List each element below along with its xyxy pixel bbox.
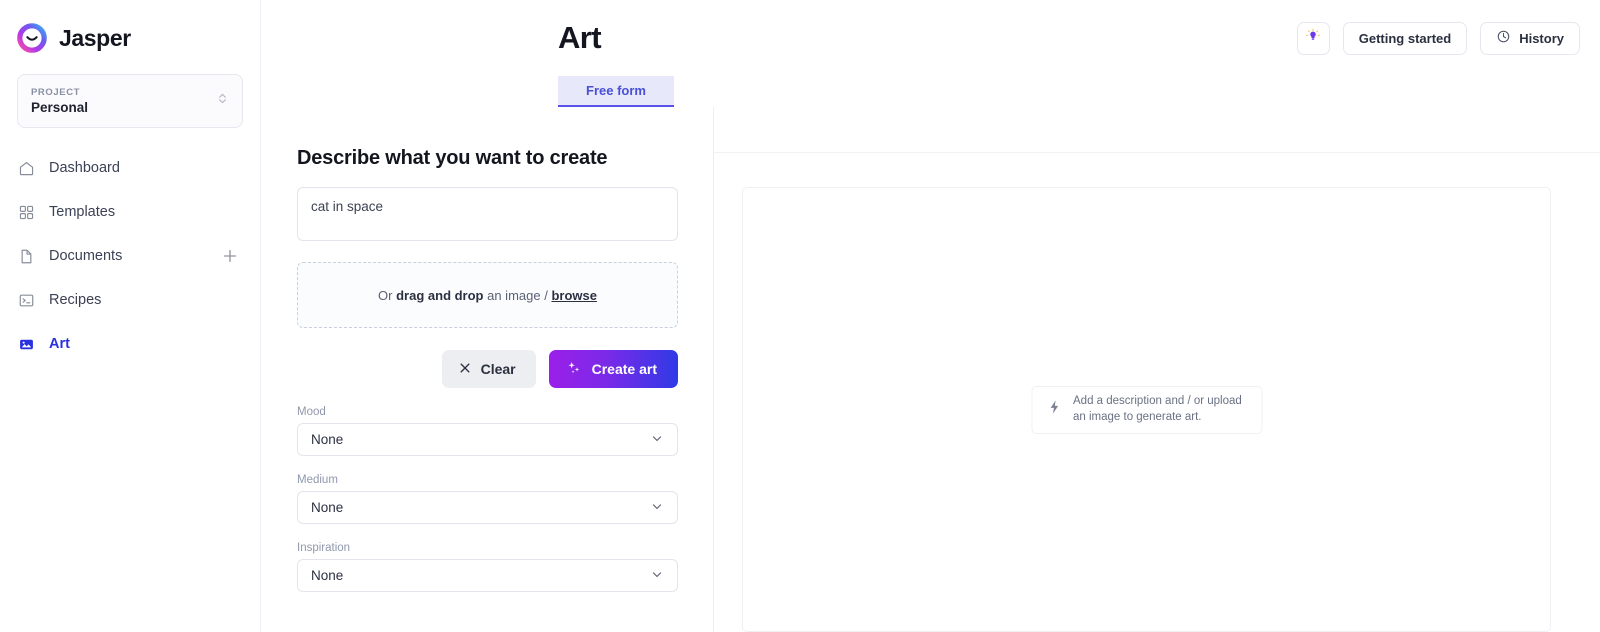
medium-field: Medium None: [297, 474, 678, 524]
create-art-label: Create art: [591, 361, 657, 377]
canvas-area: Add a description and / or upload an ima…: [714, 153, 1600, 632]
inspiration-select[interactable]: None: [297, 559, 678, 592]
dropzone-text: Or drag and drop an image / browse: [378, 288, 597, 303]
medium-select[interactable]: None: [297, 491, 678, 524]
project-selector[interactable]: PROJECT Personal: [17, 74, 243, 128]
sidebar-item-recipes[interactable]: Recipes: [0, 278, 260, 322]
dropzone-prefix: Or: [378, 287, 397, 303]
plus-icon[interactable]: [222, 248, 238, 264]
history-button[interactable]: History: [1480, 21, 1580, 55]
sidebar-item-documents[interactable]: Documents: [0, 234, 260, 278]
page-title: Art: [558, 20, 602, 55]
main-area: Art Getting started History Free form De…: [261, 0, 1600, 632]
topbar: Art Getting started History: [261, 0, 1600, 76]
chevron-down-icon: [650, 499, 664, 516]
medium-label: Medium: [297, 474, 338, 486]
inspiration-label: Inspiration: [297, 542, 351, 554]
terminal-icon: [17, 291, 35, 309]
tab-label: Free form: [586, 83, 646, 98]
clear-button[interactable]: Clear: [441, 350, 536, 388]
sidebar-item-label: Documents: [49, 248, 123, 264]
history-label: History: [1519, 30, 1564, 46]
chevron-down-icon: [650, 567, 664, 584]
dropzone-middle: an image /: [483, 287, 552, 303]
browse-link[interactable]: browse: [551, 288, 597, 303]
mood-select[interactable]: None: [297, 423, 678, 456]
sparkles-icon: [566, 360, 582, 379]
sidebar-item-label: Recipes: [49, 292, 102, 308]
mood-label: Mood: [297, 406, 326, 418]
inspiration-button[interactable]: [1296, 21, 1330, 55]
tab-bar: Free form: [261, 76, 1600, 107]
sidebar: Jasper PROJECT Personal Dashboard Templa…: [0, 0, 261, 632]
lightning-bolt-icon: [1046, 399, 1062, 420]
tab-free-form[interactable]: Free form: [558, 76, 674, 107]
empty-state-text: Add a description and / or upload an ima…: [1073, 394, 1242, 425]
mood-value: None: [311, 432, 344, 447]
form-heading: Describe what you want to create: [297, 147, 608, 169]
project-value: Personal: [31, 100, 89, 115]
sidebar-item-dashboard[interactable]: Dashboard: [0, 146, 260, 190]
image-icon: [17, 335, 35, 353]
hint-line-1: Add a description and / or upload: [1073, 394, 1242, 407]
canvas-card: Add a description and / or upload an ima…: [742, 187, 1551, 632]
art-canvas-panel: Add a description and / or upload an ima…: [714, 107, 1600, 632]
topbar-actions: Getting started History: [1296, 21, 1580, 55]
lightbulb-sparkle-icon: [1305, 28, 1321, 49]
brand[interactable]: Jasper: [0, 0, 260, 54]
sidebar-item-label: Dashboard: [49, 160, 120, 176]
form-actions: Clear Create art: [297, 350, 678, 388]
empty-state-hint: Add a description and / or upload an ima…: [1031, 385, 1262, 434]
getting-started-button[interactable]: Getting started: [1342, 21, 1468, 55]
project-label: PROJECT: [31, 87, 81, 98]
home-icon: [17, 159, 35, 177]
art-form-panel: Describe what you want to create Or drag…: [261, 107, 714, 632]
sidebar-item-label: Templates: [49, 204, 116, 220]
chevron-down-icon: [650, 431, 664, 448]
sidebar-item-label: Art: [49, 336, 70, 352]
app-root: Jasper PROJECT Personal Dashboard Templa…: [0, 0, 1600, 632]
clear-label: Clear: [480, 361, 516, 377]
body-row: Describe what you want to create Or drag…: [261, 107, 1600, 632]
medium-value: None: [311, 500, 344, 515]
jasper-logo-icon: [16, 22, 48, 54]
close-icon: [458, 361, 472, 378]
dropzone-strong: drag and drop: [396, 287, 484, 303]
inspiration-value: None: [311, 568, 344, 583]
clock-icon: [1496, 29, 1511, 47]
prompt-input[interactable]: [297, 187, 678, 241]
document-icon: [17, 247, 35, 265]
create-art-button[interactable]: Create art: [548, 350, 678, 388]
grid-icon: [17, 203, 35, 221]
image-dropzone[interactable]: Or drag and drop an image / browse: [297, 262, 678, 328]
canvas-toolbar: [714, 107, 1600, 153]
sidebar-nav: Dashboard Templates Documents Recipes Ar…: [0, 146, 260, 366]
inspiration-field: Inspiration None: [297, 542, 678, 592]
chevron-up-down-icon: [215, 91, 230, 111]
sidebar-item-templates[interactable]: Templates: [0, 190, 260, 234]
mood-field: Mood None: [297, 406, 678, 456]
sidebar-item-art[interactable]: Art: [0, 322, 260, 366]
brand-name: Jasper: [59, 24, 131, 51]
hint-line-2: an image to generate art.: [1073, 410, 1202, 423]
getting-started-label: Getting started: [1358, 30, 1452, 46]
